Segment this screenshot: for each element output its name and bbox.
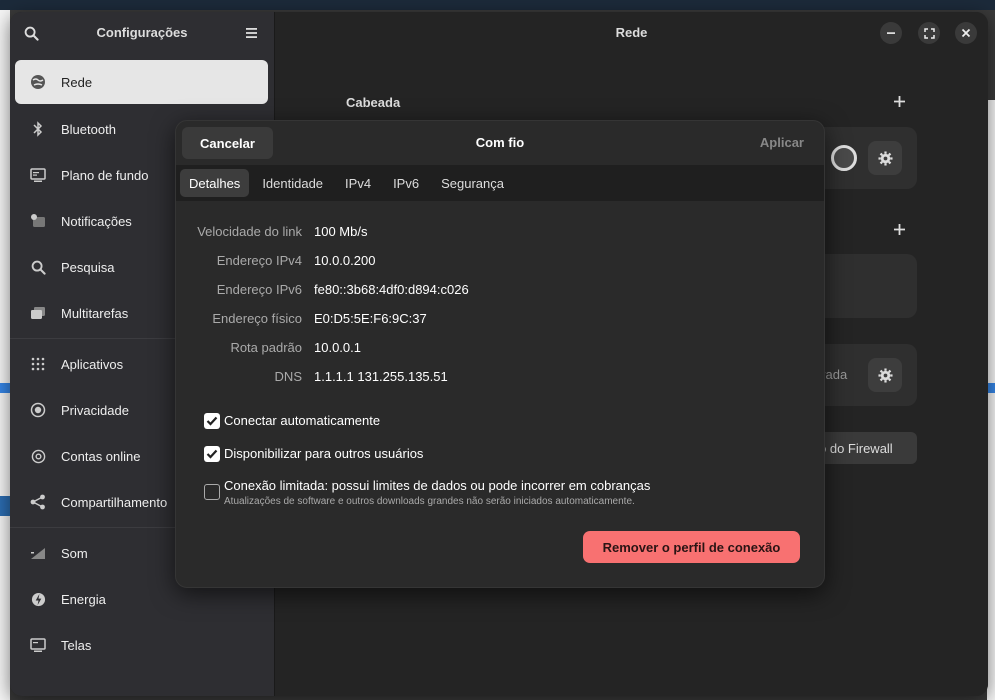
background-window-left <box>0 10 10 700</box>
close-icon <box>961 28 971 38</box>
detail-value: 10.0.0.1 <box>314 340 361 355</box>
dialog-title: Com fio <box>475 135 525 150</box>
apps-grid-icon <box>29 355 47 373</box>
checkmark-icon <box>206 449 218 459</box>
apply-button[interactable]: Aplicar <box>760 135 804 150</box>
sidebar-item-label: Som <box>61 545 88 561</box>
detail-label: Endereço IPv6 <box>216 282 302 297</box>
gear-icon <box>877 150 893 166</box>
checkmark-icon <box>206 416 218 426</box>
sidebar-item-label: Pesquisa <box>61 259 115 275</box>
share-users-row[interactable]: Disponibilizar para outros usuários <box>204 446 423 462</box>
detail-label: DNS <box>274 369 302 384</box>
notification-icon <box>29 212 47 230</box>
maximize-icon <box>923 27 935 39</box>
tab-detalhes[interactable]: Detalhes <box>180 169 250 197</box>
metered-text: Conexão limitada: possui limites de dado… <box>224 478 650 507</box>
network-icon <box>29 73 47 91</box>
tab-seguranca[interactable]: Segurança <box>432 169 513 197</box>
wired-settings-button[interactable] <box>868 141 902 175</box>
sidebar-item-label: Aplicativos <box>61 356 124 372</box>
tab-identidade[interactable]: Identidade <box>253 169 332 197</box>
detail-row: Rota padrão 10.0.0.1 <box>176 333 824 362</box>
detail-value: E0:D5:5E:F6:9C:37 <box>314 311 427 326</box>
sidebar-item-label: Telas <box>61 637 92 653</box>
sidebar-item-telas[interactable]: Telas <box>15 622 268 668</box>
top-bar <box>0 0 995 10</box>
gear-icon <box>877 367 893 383</box>
at-icon <box>29 447 47 465</box>
display-icon <box>29 166 47 184</box>
tab-ipv6[interactable]: IPv6 <box>384 169 428 197</box>
sidebar-item-label: Rede <box>61 74 93 90</box>
auto-connect-checkbox[interactable] <box>204 413 220 429</box>
metered-checkbox[interactable] <box>204 484 220 500</box>
add-vpn-button[interactable] <box>893 220 906 241</box>
section-wired-label: Cabeada <box>346 95 401 110</box>
sidebar-item-label: Privacidade <box>61 402 129 418</box>
bluetooth-icon <box>29 120 47 138</box>
detail-value: fe80::3b68:4df0:d894:c026 <box>314 282 469 297</box>
dialog-header: Cancelar Com fio Aplicar <box>176 121 824 165</box>
background-accent <box>0 383 10 393</box>
sidebar-item-label: Multitarefas <box>61 305 129 321</box>
share-icon <box>29 493 47 511</box>
power-icon <box>29 590 47 608</box>
auto-connect-label: Conectar automaticamente <box>224 413 381 428</box>
proxy-settings-button[interactable] <box>868 358 902 392</box>
auto-connect-row[interactable]: Conectar automaticamente <box>204 413 380 429</box>
wired-toggle[interactable] <box>831 145 857 171</box>
sidebar-item-label: Bluetooth <box>61 121 116 137</box>
main-menu-button[interactable] <box>238 20 264 46</box>
remove-profile-button[interactable]: Remover o perfil de conexão <box>583 531 800 563</box>
sidebar-header: Configurações <box>10 12 274 54</box>
detail-row: Endereço físico E0:D5:5E:F6:9C:37 <box>176 304 824 333</box>
screen-icon <box>29 636 47 654</box>
dialog-body: Velocidade do link 100 Mb/s Endereço IPv… <box>176 201 824 391</box>
minimize-icon <box>887 32 895 34</box>
sidebar-item-label: Contas online <box>61 448 141 464</box>
search-icon <box>29 258 47 276</box>
sidebar-item-label: Plano de fundo <box>61 167 149 183</box>
detail-row: Endereço IPv4 10.0.0.200 <box>176 246 824 275</box>
sidebar-item-label: Notificações <box>61 213 132 229</box>
detail-label: Endereço físico <box>212 311 302 326</box>
detail-label: Rota padrão <box>230 340 302 355</box>
metered-label: Conexão limitada: possui limites de dado… <box>224 478 651 493</box>
background-accent <box>0 496 10 516</box>
detail-label: Velocidade do link <box>197 224 302 239</box>
sound-icon <box>29 544 47 562</box>
detail-value: 1.1.1.1 131.255.135.51 <box>314 369 448 384</box>
sidebar-item-label: Energia <box>61 591 106 607</box>
detail-value: 10.0.0.200 <box>314 253 376 268</box>
plus-icon <box>894 224 905 235</box>
detail-row: Velocidade do link 100 Mb/s <box>176 217 824 246</box>
detail-label: Endereço IPv4 <box>216 253 302 268</box>
detail-value: 100 Mb/s <box>314 224 368 239</box>
add-wired-button[interactable] <box>893 92 906 113</box>
background-window-right <box>987 100 995 700</box>
maximize-button[interactable] <box>918 22 940 44</box>
sidebar-item-label: Compartilhamento <box>61 494 168 510</box>
multitask-icon <box>29 304 47 322</box>
share-users-label: Disponibilizar para outros usuários <box>224 446 424 461</box>
dialog-tabs: Detalhes Identidade IPv4 IPv6 Segurança <box>176 165 824 201</box>
minimize-button[interactable] <box>880 22 902 44</box>
connection-dialog: Cancelar Com fio Aplicar Detalhes Identi… <box>175 120 825 588</box>
detail-row: Endereço IPv6 fe80::3b68:4df0:d894:c026 <box>176 275 824 304</box>
sidebar-title: Configurações <box>96 25 188 40</box>
tab-ipv4[interactable]: IPv4 <box>336 169 380 197</box>
metered-row[interactable]: Conexão limitada: possui limites de dado… <box>204 478 650 507</box>
detail-row: DNS 1.1.1.1 131.255.135.51 <box>176 362 824 391</box>
share-users-checkbox[interactable] <box>204 446 220 462</box>
plus-icon <box>894 96 905 107</box>
metered-sub-label: Atualizações de software e outros downlo… <box>224 496 635 507</box>
hamburger-menu-icon <box>245 28 257 38</box>
privacy-icon <box>29 401 47 419</box>
close-button[interactable] <box>955 22 977 44</box>
sidebar-item-rede[interactable]: Rede <box>15 60 268 104</box>
background-accent <box>987 383 995 393</box>
